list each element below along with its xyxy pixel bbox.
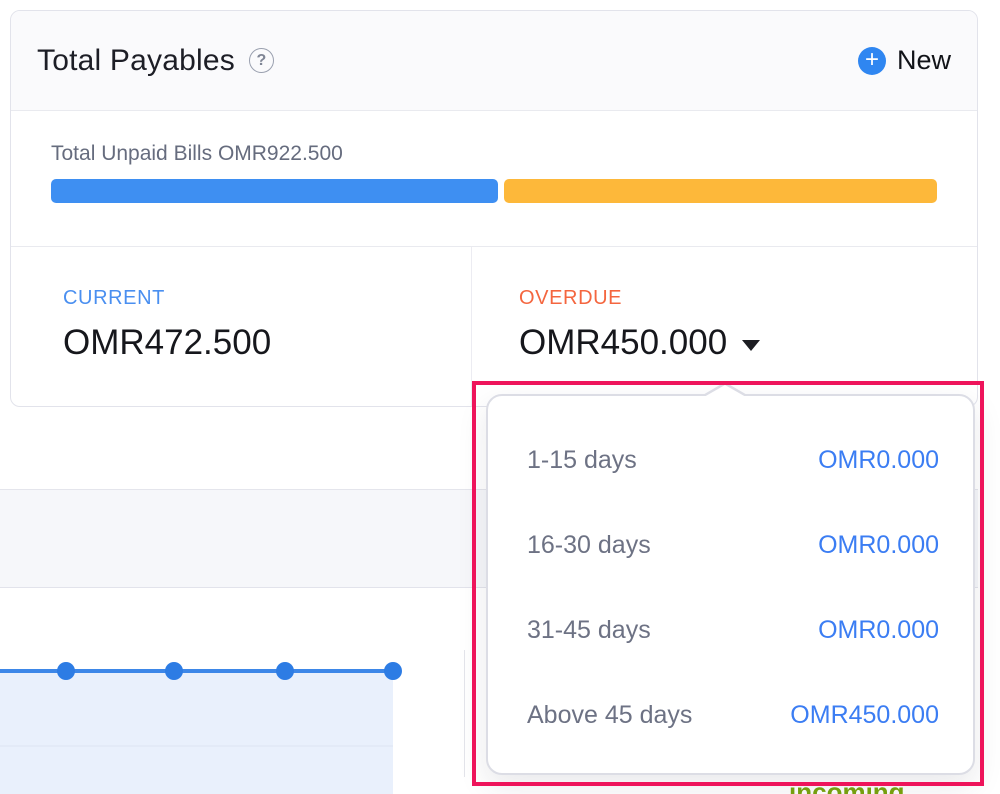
- aging-row-16-30: 16-30 days OMR0.000: [527, 503, 939, 588]
- underlying-card-border: [464, 650, 465, 777]
- cashflow-line-chart: [0, 589, 470, 794]
- current-overdue-section: CURRENT OMR472.500 OVERDUE OMR450.000: [11, 247, 977, 406]
- current-amount: OMR472.500: [63, 323, 471, 363]
- new-button-label: New: [897, 45, 951, 76]
- new-button[interactable]: + New: [858, 45, 951, 76]
- aging-row-31-45: 31-45 days OMR0.000: [527, 588, 939, 673]
- aging-row-amount-link[interactable]: OMR0.000: [818, 616, 939, 645]
- current-column: CURRENT OMR472.500: [11, 247, 472, 406]
- progress-overdue: [504, 179, 937, 203]
- aging-row-amount-link[interactable]: OMR0.000: [818, 531, 939, 560]
- overdue-amount-dropdown[interactable]: OMR450.000: [519, 323, 977, 363]
- aging-row-above-45: Above 45 days OMR450.000: [527, 673, 939, 758]
- aging-row-amount-link[interactable]: OMR450.000: [790, 701, 939, 730]
- overdue-aging-popup: 1-15 days OMR0.000 16-30 days OMR0.000 3…: [486, 394, 975, 775]
- help-icon[interactable]: ?: [249, 48, 274, 73]
- unpaid-bills-amount: OMR922.500: [218, 142, 343, 165]
- aging-row-label: Above 45 days: [527, 701, 692, 730]
- unpaid-bills-section: Total Unpaid Bills OMR922.500: [11, 111, 977, 247]
- chart-point: [165, 662, 183, 680]
- aging-row-amount-link[interactable]: OMR0.000: [818, 446, 939, 475]
- progress-gap: [498, 179, 504, 203]
- chart-area-fill: [0, 673, 393, 794]
- progress-current: [51, 179, 498, 203]
- plus-icon: +: [858, 47, 886, 75]
- total-payables-card: Total Payables ? + New Total Unpaid Bill…: [10, 10, 978, 407]
- aging-row-label: 31-45 days: [527, 616, 651, 645]
- current-label: CURRENT: [63, 287, 471, 310]
- aging-rows: 1-15 days OMR0.000 16-30 days OMR0.000 3…: [488, 396, 973, 758]
- page-title: Total Payables: [37, 44, 235, 78]
- aging-row-label: 1-15 days: [527, 446, 637, 475]
- chart-point: [57, 662, 75, 680]
- unpaid-bills-label: Total Unpaid Bills: [51, 142, 212, 165]
- overdue-amount: OMR450.000: [519, 323, 727, 363]
- popup-caret-icon: [704, 385, 746, 397]
- card-header: Total Payables ? + New: [11, 11, 977, 111]
- chart-point: [276, 662, 294, 680]
- chevron-down-icon: [742, 340, 760, 351]
- cashflow-chart: [0, 589, 470, 794]
- chart-point: [384, 662, 402, 680]
- aging-row-1-15: 1-15 days OMR0.000: [527, 418, 939, 503]
- overdue-label: OVERDUE: [519, 287, 977, 310]
- cashflow-legend-incoming: incoming: [789, 777, 905, 794]
- aging-row-label: 16-30 days: [527, 531, 651, 560]
- payables-progress-bar: [51, 179, 937, 203]
